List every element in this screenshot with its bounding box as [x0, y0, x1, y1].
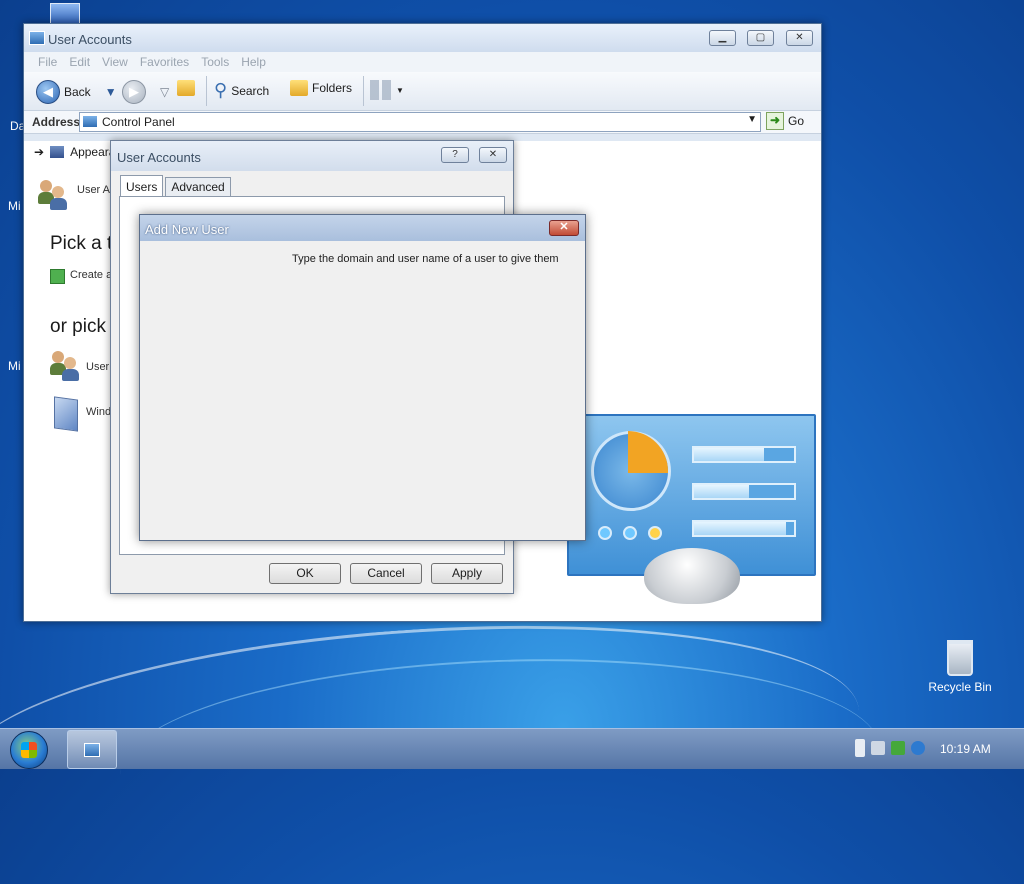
dialog-titlebar[interactable]: User Accounts ? ✕ — [111, 141, 513, 171]
user-accounts-link[interactable]: User A — [77, 184, 110, 196]
recycle-bin-icon — [947, 640, 973, 676]
user-accounts-illustration — [567, 414, 816, 604]
desktop-icon[interactable] — [50, 3, 80, 25]
recycle-bin-label: Recycle Bin — [928, 680, 992, 694]
address-dropdown-icon[interactable]: ▼ — [747, 114, 757, 125]
menu-view[interactable]: View — [96, 52, 134, 72]
menu-bar: File Edit View Favorites Tools Help — [24, 52, 821, 72]
go-button[interactable]: ➜ Go — [766, 112, 804, 130]
pie-wedge-icon — [628, 431, 668, 473]
forward-arrow-icon: ▶ — [122, 80, 146, 104]
indicator-dot — [623, 526, 637, 540]
close-button[interactable]: ✕ — [479, 147, 507, 163]
address-bar: Address Control Panel ▼ ➜ Go — [24, 111, 821, 134]
views-button[interactable]: ▼ — [370, 80, 404, 100]
menu-help[interactable]: Help — [235, 52, 272, 72]
control-panel-icon — [84, 743, 100, 757]
desktop-icon-label[interactable]: Mi — [8, 199, 21, 213]
chevron-right-icon: ➔ — [34, 145, 45, 159]
network-icon[interactable] — [891, 741, 905, 755]
maximize-button[interactable]: ▢ — [747, 30, 774, 46]
menu-favorites[interactable]: Favorites — [134, 52, 195, 72]
address-value: Control Panel — [102, 115, 175, 129]
toolbar: ◀ Back ▼ ▶ ▽ ⚲ Search Folders ▼ — [24, 72, 821, 111]
add-new-user-dialog: Add New User ✕ Type the domain and user … — [139, 214, 586, 541]
add-new-user-title: Add New User — [145, 222, 229, 237]
search-label: Search — [231, 83, 270, 98]
close-button[interactable]: ✕ — [549, 220, 579, 236]
folders-icon — [290, 80, 308, 96]
user-icon — [50, 351, 80, 381]
back-label: Back — [64, 85, 91, 99]
folders-label: Folders — [312, 81, 353, 95]
or-pick-heading: or pick — [50, 316, 106, 337]
window-title: User Accounts — [48, 32, 132, 47]
instruction-text: Type the domain and user name of a user … — [292, 253, 559, 265]
folders-button[interactable]: Folders — [290, 80, 352, 96]
appearance-icon — [50, 146, 65, 158]
forward-button[interactable]: ▶ ▽ — [122, 80, 169, 104]
tab-users[interactable]: Users — [120, 175, 164, 196]
recycle-bin[interactable]: Recycle Bin — [925, 640, 995, 694]
window-titlebar[interactable]: User Accounts ▁ ▢ ✕ — [24, 24, 821, 52]
windows-logo-icon — [21, 742, 37, 758]
go-label: Go — [788, 114, 805, 128]
up-folder-icon — [177, 80, 195, 96]
views-dropdown-icon: ▼ — [396, 85, 404, 95]
back-dropdown-icon[interactable]: ▼ — [105, 85, 117, 99]
tab-advanced[interactable]: Advanced — [165, 177, 231, 196]
search-button[interactable]: ⚲ Search — [214, 80, 269, 101]
dome-icon — [644, 548, 740, 604]
ok-button[interactable]: OK — [269, 563, 341, 584]
create-account-icon — [50, 269, 65, 284]
level-bar — [692, 520, 796, 537]
windows-icon — [54, 396, 78, 432]
start-button[interactable] — [10, 731, 48, 769]
taskbar: 10:19 AM — [0, 728, 1024, 769]
toolbar-separator — [206, 76, 207, 106]
views-icon — [370, 80, 392, 100]
breadcrumb: ➔ Appeara — [34, 145, 115, 159]
windows-item-link[interactable]: Wind — [86, 406, 111, 418]
taskbar-user-accounts[interactable] — [67, 730, 117, 769]
level-bar — [692, 446, 796, 463]
cancel-button[interactable]: Cancel — [350, 563, 422, 584]
address-field[interactable]: Control Panel ▼ — [79, 112, 761, 132]
clock[interactable]: 10:19 AM — [940, 742, 991, 756]
pick-task-heading: Pick a t — [50, 233, 113, 254]
search-icon: ⚲ — [214, 80, 228, 100]
tab-strip: Users Advanced — [120, 175, 233, 196]
indicator-dot — [598, 526, 612, 540]
back-button[interactable]: ◀ Back ▼ — [36, 80, 117, 104]
dialog-title: User Accounts — [117, 150, 201, 165]
address-label: Address — [32, 115, 81, 129]
help-button[interactable]: ? — [441, 147, 469, 163]
minimize-button[interactable]: ▁ — [709, 30, 736, 46]
breadcrumb-appearance[interactable]: Appeara — [70, 145, 115, 159]
close-button[interactable]: ✕ — [786, 30, 813, 46]
indicator-dot — [648, 526, 662, 540]
control-panel-icon — [83, 116, 97, 127]
toolbar-separator — [363, 76, 364, 106]
show-hidden-icons-icon[interactable] — [855, 739, 865, 757]
action-center-icon[interactable] — [911, 741, 925, 755]
users-icon — [38, 180, 68, 210]
forward-dropdown-icon[interactable]: ▽ — [160, 85, 169, 99]
user-item-link[interactable]: User — [86, 361, 109, 373]
add-new-user-titlebar[interactable]: Add New User ✕ — [140, 215, 585, 241]
go-arrow-icon: ➜ — [766, 112, 784, 130]
desktop-icon-label[interactable]: Mi — [8, 359, 21, 373]
system-tray — [855, 739, 925, 757]
back-arrow-icon: ◀ — [36, 80, 60, 104]
menu-file[interactable]: File — [32, 52, 63, 72]
menu-edit[interactable]: Edit — [63, 52, 96, 72]
create-account-link[interactable]: Create a — [70, 269, 112, 281]
level-bar — [692, 483, 796, 500]
apply-button[interactable]: Apply — [431, 563, 503, 584]
menu-tools[interactable]: Tools — [195, 52, 235, 72]
volume-icon[interactable] — [871, 741, 885, 755]
up-folder-button[interactable] — [177, 80, 195, 96]
control-panel-icon — [29, 31, 45, 45]
